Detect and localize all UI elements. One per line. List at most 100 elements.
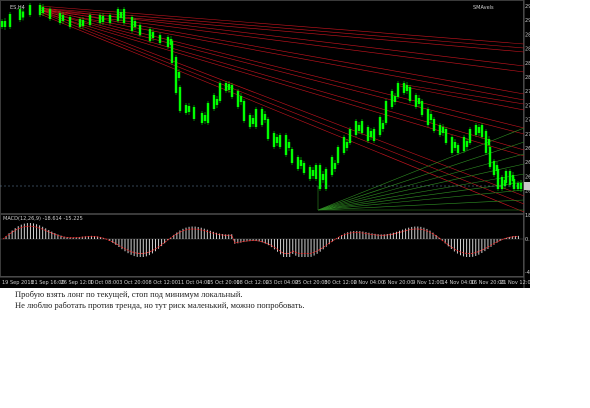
candle-body [81, 20, 85, 26]
candle-body [429, 114, 433, 120]
candle-body [287, 142, 291, 148]
candle-body [405, 85, 409, 91]
trend-line [39, 7, 525, 95]
candle-body [187, 106, 191, 112]
candle-body [78, 19, 82, 27]
candle-body [242, 101, 246, 121]
trend-lines[interactable] [39, 5, 525, 213]
candle-body [508, 171, 512, 185]
candle-body [360, 121, 364, 133]
candle-body [41, 7, 45, 13]
candle-body [488, 147, 492, 167]
macd-scale: 18.451 0.000 -44.702 [525, 213, 530, 276]
candle-body [426, 109, 430, 125]
candle-body [321, 174, 325, 180]
candle-body [354, 121, 358, 135]
candle-body [342, 137, 346, 153]
candle-body [239, 96, 243, 102]
candle-body [444, 129, 448, 143]
candle-body [441, 127, 445, 133]
candle-body [215, 99, 219, 105]
trend-line [39, 9, 525, 135]
candle-body [218, 83, 222, 101]
candle-body [151, 32, 155, 38]
candle-body [3, 21, 7, 27]
candle-body [278, 135, 282, 147]
candle-body [330, 157, 334, 175]
trend-line [39, 9, 525, 197]
price-tick-label: 2773.50 [525, 103, 530, 109]
time-tick-label: 9 Nov 12:00 [412, 280, 443, 286]
candle-body [484, 131, 488, 153]
candle-body [333, 163, 337, 169]
time-tick-label: 23 Oct 04:00 [266, 280, 299, 286]
trend-line [39, 11, 525, 157]
candle-body [177, 72, 181, 78]
candle-body [487, 139, 491, 145]
candle-body [462, 137, 466, 151]
candle-body [0, 21, 4, 27]
time-tick-label: 3 Oct 20:00 [119, 280, 148, 286]
candle-body [504, 171, 508, 183]
price-tick-label: 2799.25 [525, 89, 530, 95]
candle-body [98, 15, 102, 23]
candle-body [178, 87, 182, 111]
macd-label: MACD(12,26,9) -18.614 -15.225 [3, 216, 83, 222]
price-tick-label: 2848.50 [525, 61, 530, 67]
time-tick-label: 15 Oct 20:00 [207, 280, 240, 286]
candle-body [227, 84, 231, 90]
symbol-label: ES,H4 [10, 5, 25, 11]
candle-body [372, 129, 376, 141]
time-tick-label: 18 Oct 12:00 [236, 280, 269, 286]
time-tick-label: 6 Nov 20:00 [383, 280, 414, 286]
candle-body [477, 127, 481, 133]
candle-body [133, 21, 137, 27]
candle-body [299, 160, 303, 166]
trend-line [39, 13, 525, 213]
candles [0, 3, 523, 192]
candle-body [272, 133, 276, 147]
time-tick-label: 21 Nov 12:00 [500, 280, 530, 286]
candle-body [58, 13, 62, 23]
candle-body [302, 163, 306, 173]
candle-body [166, 37, 170, 47]
candle-body [468, 129, 472, 143]
candle-body [369, 131, 373, 137]
candle-body [336, 147, 340, 163]
candle-body [480, 125, 484, 137]
price-scale: 2959.25 2925.00 2899.50 2874.50 2848.50 2824.… [525, 4, 530, 195]
candle-body [357, 125, 361, 131]
price-tick-label: 2824.00 [525, 75, 530, 81]
candle-body [61, 15, 65, 21]
time-tick-label: 8 Oct 12:00 [149, 280, 178, 286]
candle-body [28, 5, 32, 15]
macd-tick-label: -44.702 [525, 270, 530, 276]
candle-body [492, 161, 496, 175]
price-tick-label: 2697.75 [525, 146, 530, 152]
time-tick-label: 2 Nov 04:00 [354, 280, 385, 286]
candle-body [170, 41, 174, 63]
price-chart[interactable]: ES,H4 SMAvels MACD(12,26,9) -18.614 -15.… [0, 0, 530, 288]
candle-body [318, 165, 322, 189]
candle-body [465, 141, 469, 147]
candle-body [290, 149, 294, 163]
macd-tick-label: 0.000 [525, 237, 530, 243]
candle-body [420, 101, 424, 115]
candle-body [248, 115, 252, 127]
macd-signal-line [2, 225, 519, 254]
time-axis: 19 Sep 201821 Sep 16:0026 Sep 12:001 Oct… [2, 280, 530, 286]
time-tick-label: 1 Oct 08:00 [90, 280, 119, 286]
candle-body [68, 17, 72, 27]
indicator-label: SMAvels [473, 5, 494, 11]
candle-body [200, 113, 204, 123]
price-tick-label: 2899.50 [525, 32, 530, 38]
candle-body [206, 103, 210, 123]
candle-body [512, 179, 516, 189]
candle-body [384, 101, 388, 123]
price-tick-label: 2874.50 [525, 47, 530, 53]
candle-body [21, 11, 25, 18]
candle-body [348, 129, 352, 143]
current-price-label: 2630.25 [525, 184, 530, 190]
chart-window[interactable]: ES,H4 SMAvels MACD(12,26,9) -18.614 -15.… [0, 0, 530, 288]
candle-body [311, 170, 315, 176]
